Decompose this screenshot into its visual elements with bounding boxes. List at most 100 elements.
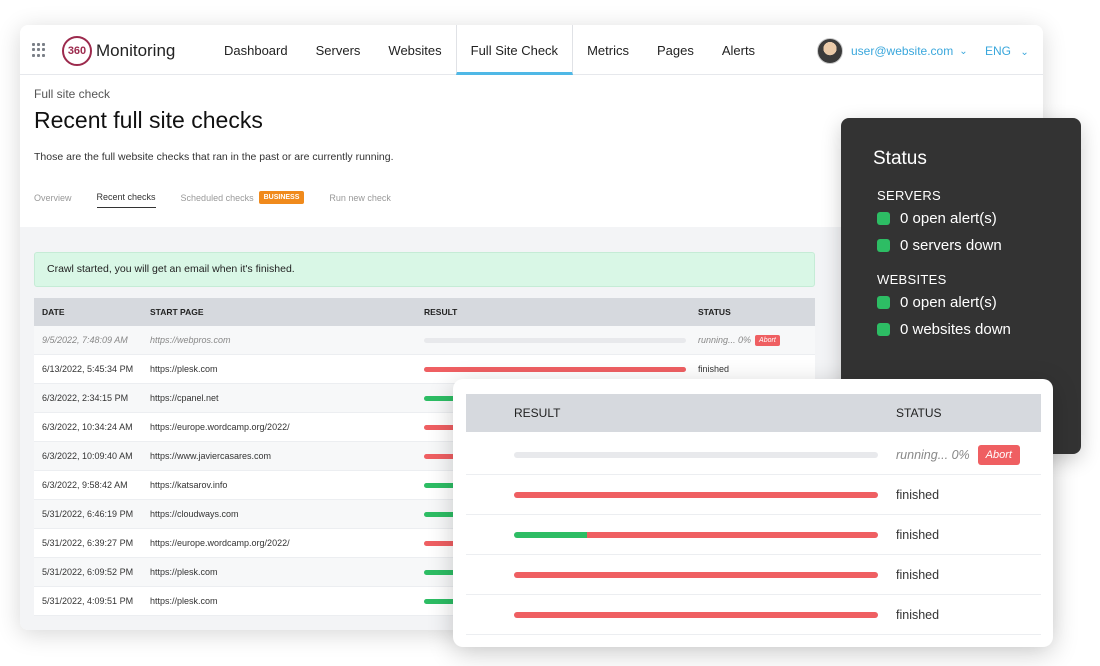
cell-date: 5/31/2022, 6:09:52 PM xyxy=(42,567,134,577)
cell-status: running... 0% Abort xyxy=(698,334,815,346)
websites-label: WEBSITES xyxy=(877,272,947,287)
main-nav: Dashboard Servers Websites Full Site Check M… xyxy=(210,25,769,75)
websites-open-alerts: 0 open alert(s) xyxy=(900,294,997,311)
zoom-cell-status: finished xyxy=(896,488,939,502)
ok-dot-icon xyxy=(877,239,890,252)
nav-pages[interactable]: Pages xyxy=(643,25,708,75)
cell-start-page[interactable]: https://cpanel.net xyxy=(150,393,424,403)
error-segment xyxy=(424,366,686,372)
zoom-header-status[interactable]: STATUS xyxy=(896,406,942,420)
result-progress-bar xyxy=(514,451,878,458)
zoom-header-result[interactable]: RESULT xyxy=(466,406,896,420)
user-menu[interactable]: user@website.com ⌄ xyxy=(817,38,968,64)
servers-down: 0 servers down xyxy=(900,237,1002,254)
servers-alerts-line: 0 open alert(s) xyxy=(877,210,1049,227)
language-label[interactable]: ENG xyxy=(985,44,1011,58)
abort-button[interactable]: Abort xyxy=(977,444,1020,465)
nav-metrics[interactable]: Metrics xyxy=(573,25,643,75)
zoom-cell-status: finished xyxy=(896,608,939,622)
zoom-table-row[interactable]: running... 0% Abort xyxy=(466,435,1041,475)
zoom-table-row[interactable]: finished xyxy=(466,515,1041,555)
status-text: finished xyxy=(698,364,730,374)
cell-date: 5/31/2022, 6:46:19 PM xyxy=(42,509,134,519)
result-progress-bar xyxy=(514,531,878,538)
websites-down-line: 0 websites down xyxy=(877,321,1049,338)
status-text: finished xyxy=(896,567,940,582)
cell-start-page[interactable]: https://www.javiercasares.com xyxy=(150,451,424,461)
zoom-table-row[interactable]: finished xyxy=(466,475,1041,515)
status-text: running... 0% xyxy=(896,447,970,462)
tab-overview[interactable]: Overview xyxy=(34,193,72,208)
cell-result xyxy=(424,337,698,343)
ok-dot-icon xyxy=(877,212,890,225)
websites-alerts-line: 0 open alert(s) xyxy=(877,294,1049,311)
avatar[interactable] xyxy=(817,38,843,64)
stage: 360 Monitoring Dashboard Servers Websites F… xyxy=(0,0,1100,666)
nav-dashboard[interactable]: Dashboard xyxy=(210,25,302,75)
cell-status: finished xyxy=(698,364,815,374)
cell-start-page[interactable]: https://cloudways.com xyxy=(150,509,424,519)
logo[interactable]: 360 Monitoring xyxy=(62,36,175,66)
result-progress-bar xyxy=(424,366,686,372)
zoom-cell-result xyxy=(466,611,896,618)
zoom-table-row[interactable]: finished xyxy=(466,595,1041,635)
cell-date: 6/13/2022, 5:45:34 PM xyxy=(42,364,134,374)
tab-recent-checks[interactable]: Recent checks xyxy=(96,192,156,208)
result-progress-bar xyxy=(514,611,878,618)
status-text: running... 0% xyxy=(698,335,752,345)
nav-alerts[interactable]: Alerts xyxy=(708,25,769,75)
language-select[interactable]: ENG ⌄ xyxy=(985,44,1029,58)
ok-dot-icon xyxy=(877,296,890,309)
page-description: Those are the full website checks that r… xyxy=(34,151,394,163)
header-result[interactable]: RESULT xyxy=(424,307,698,317)
cell-start-page[interactable]: https://plesk.com xyxy=(150,364,424,374)
result-progress-bar xyxy=(424,337,686,343)
business-badge: BUSINESS xyxy=(258,191,305,204)
tab-scheduled-checks[interactable]: Scheduled checks BUSINESS xyxy=(181,191,305,209)
success-alert: Crawl started, you will get an email whe… xyxy=(34,252,815,287)
zoom-table-row[interactable]: finished xyxy=(466,555,1041,595)
apps-grid-icon[interactable] xyxy=(32,43,46,57)
servers-down-line: 0 servers down xyxy=(877,237,1049,254)
cell-start-page[interactable]: https://katsarov.info xyxy=(150,480,424,490)
ok-dot-icon xyxy=(877,323,890,336)
table-row[interactable]: 9/5/2022, 7:48:09 AM https://webpros.com r… xyxy=(34,326,815,355)
cell-date: 6/3/2022, 10:09:40 AM xyxy=(42,451,133,461)
tab-run-new-check[interactable]: Run new check xyxy=(329,193,391,208)
header-status[interactable]: STATUS xyxy=(698,307,815,317)
chevron-down-icon[interactable]: ⌄ xyxy=(959,46,967,57)
cell-result xyxy=(424,366,698,372)
zoom-cell-status: running... 0% Abort xyxy=(896,444,1020,465)
zoom-table-header: RESULT STATUS xyxy=(466,394,1041,432)
header-start-page[interactable]: START PAGE xyxy=(150,307,424,317)
cell-date: 6/3/2022, 2:34:15 PM xyxy=(42,393,129,403)
logo-mark: 360 xyxy=(62,36,92,66)
cell-date: 6/3/2022, 9:58:42 AM xyxy=(42,480,128,490)
user-email[interactable]: user@website.com xyxy=(851,44,953,58)
tab-label[interactable]: Recent checks xyxy=(97,192,156,202)
servers-open-alerts: 0 open alert(s) xyxy=(900,210,997,227)
zoom-cell-status: finished xyxy=(896,528,939,542)
error-segment xyxy=(514,611,878,618)
cell-date: 5/31/2022, 6:39:27 PM xyxy=(42,538,134,548)
result-progress-bar xyxy=(514,491,878,498)
cell-start-page[interactable]: https://plesk.com xyxy=(150,596,424,606)
nav-servers[interactable]: Servers xyxy=(302,25,375,75)
nav-websites[interactable]: Websites xyxy=(374,25,455,75)
cell-start-page[interactable]: https://plesk.com xyxy=(150,567,424,577)
cell-start-page[interactable]: https://webpros.com xyxy=(150,335,424,345)
page-title: Recent full site checks xyxy=(34,107,263,133)
tab-label[interactable]: Scheduled checks xyxy=(181,193,254,203)
header-date[interactable]: DATE xyxy=(34,307,150,317)
tab-label[interactable]: Run new check xyxy=(329,193,391,203)
error-segment xyxy=(586,531,878,538)
zoom-cell-result xyxy=(466,491,896,498)
chevron-down-icon[interactable]: ⌄ xyxy=(1020,47,1028,58)
cell-start-page[interactable]: https://europe.wordcamp.org/2022/ xyxy=(150,538,424,548)
success-segment xyxy=(514,531,587,538)
sub-tabs: Overview Recent checks Scheduled checks BUS… xyxy=(34,191,416,209)
nav-full-site-check[interactable]: Full Site Check xyxy=(455,25,574,75)
cell-start-page[interactable]: https://europe.wordcamp.org/2022/ xyxy=(150,422,424,432)
tab-label[interactable]: Overview xyxy=(34,193,72,203)
abort-button[interactable]: Abort xyxy=(755,334,780,346)
